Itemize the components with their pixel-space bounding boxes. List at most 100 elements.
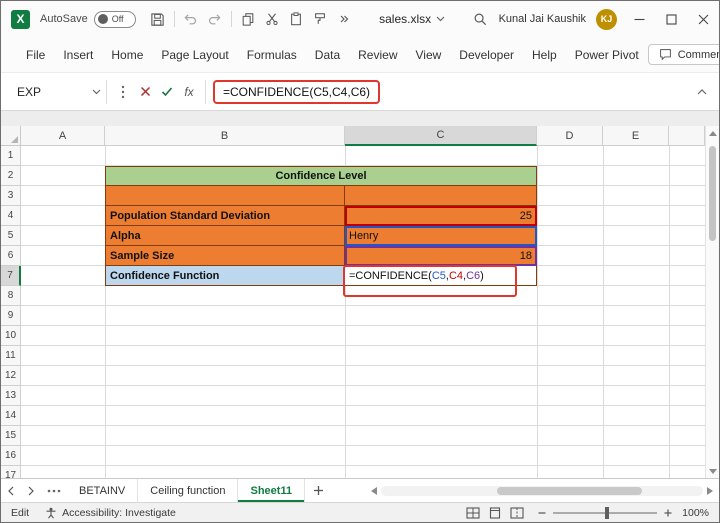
cancel-button[interactable] (134, 80, 156, 104)
copy-button[interactable] (236, 6, 260, 32)
ribbon-tab-view[interactable]: View (407, 42, 451, 68)
zoom-slider-thumb[interactable] (605, 506, 609, 519)
normal-view-icon[interactable] (466, 506, 480, 519)
redo-button[interactable] (203, 6, 227, 32)
scroll-up-button[interactable] (706, 126, 719, 140)
all-sheets-button[interactable] (41, 479, 67, 502)
row-header-10[interactable]: 10 (1, 326, 21, 346)
cell-B3[interactable] (105, 186, 345, 206)
comments-button[interactable]: Comments (647, 44, 719, 65)
row-header-14[interactable]: 14 (1, 406, 21, 426)
row-header-13[interactable]: 13 (1, 386, 21, 406)
ribbon-tab-insert[interactable]: Insert (54, 42, 102, 68)
ribbon-tab-developer[interactable]: Developer (450, 42, 523, 68)
ribbon-tab-data[interactable]: Data (306, 42, 349, 68)
cell-C5[interactable]: Henry (345, 226, 537, 246)
autosave-label: AutoSave (40, 13, 88, 25)
row-header-9[interactable]: 9 (1, 306, 21, 326)
paste-button[interactable] (284, 6, 308, 32)
new-sheet-button[interactable] (305, 479, 331, 502)
insert-function-button[interactable]: fx (178, 80, 200, 104)
cell-B7[interactable]: Confidence Function (105, 266, 345, 286)
ribbon-tab-file[interactable]: File (17, 42, 54, 68)
document-title[interactable]: sales.xlsx (379, 12, 445, 26)
scroll-down-button[interactable] (706, 464, 719, 478)
zoom-in-icon[interactable] (664, 509, 672, 517)
undo-button[interactable] (179, 6, 203, 32)
ribbon-tab-review[interactable]: Review (349, 42, 406, 68)
format-painter-button[interactable] (308, 6, 332, 32)
column-header-c[interactable]: C (345, 126, 537, 146)
row-header-8[interactable]: 8 (1, 286, 21, 306)
collapse-formula-bar-button[interactable] (689, 80, 715, 104)
cut-button[interactable] (260, 6, 284, 32)
select-all-button[interactable] (1, 126, 21, 146)
close-button[interactable] (687, 1, 719, 37)
row-header-7[interactable]: 7 (1, 266, 21, 286)
enter-button[interactable] (156, 80, 178, 104)
sheet-tab-ceiling-function[interactable]: Ceiling function (138, 479, 239, 502)
name-box-options-button[interactable] (112, 80, 134, 104)
ribbon-tab-formulas[interactable]: Formulas (238, 42, 306, 68)
name-box[interactable]: EXP (9, 79, 101, 105)
zoom-slider[interactable] (553, 506, 657, 519)
cell-C4[interactable]: 25 (345, 206, 537, 226)
ribbon-tab-home[interactable]: Home (102, 42, 152, 68)
cell-C3[interactable] (345, 186, 537, 206)
row-header-6[interactable]: 6 (1, 246, 21, 266)
row-header-12[interactable]: 12 (1, 366, 21, 386)
ribbon-tab-page-layout[interactable]: Page Layout (152, 42, 237, 68)
row-header-1[interactable]: 1 (1, 146, 21, 166)
sheet-nav-right-button[interactable] (21, 479, 41, 502)
divider (205, 79, 206, 104)
cell-B4[interactable]: Population Standard Deviation (105, 206, 345, 226)
row-header-15[interactable]: 15 (1, 426, 21, 446)
save-button[interactable] (146, 6, 170, 32)
formula-input[interactable]: =CONFIDENCE(C5,C4,C6) (211, 79, 689, 104)
search-button[interactable] (469, 6, 493, 32)
column-header-e[interactable]: E (603, 126, 669, 146)
excel-logo-icon[interactable]: X (11, 9, 30, 29)
column-header-b[interactable]: B (105, 126, 345, 146)
vertical-scroll-thumb[interactable] (709, 146, 716, 241)
triangle-left-icon[interactable] (371, 486, 378, 495)
page-layout-view-icon[interactable] (489, 506, 501, 519)
column-header-partial[interactable] (669, 126, 705, 146)
page-break-view-icon[interactable] (510, 506, 524, 519)
cell-C7-formula-editing[interactable]: =CONFIDENCE(C5, C4, C6) (345, 266, 537, 286)
triangle-right-icon[interactable] (707, 486, 713, 495)
horizontal-scrollbar[interactable] (371, 479, 713, 502)
row-header-17[interactable]: 17 (1, 466, 21, 478)
sheet-tab-sheet11[interactable]: Sheet11 (238, 479, 306, 502)
row-header-4[interactable]: 4 (1, 206, 21, 226)
cells-area[interactable]: Confidence Level Population Standard Dev… (21, 146, 705, 478)
horizontal-scroll-track[interactable] (381, 485, 703, 496)
sheet-tab-betainv[interactable]: BETAINV (67, 479, 139, 502)
column-header-d[interactable]: D (537, 126, 603, 146)
cell-B6[interactable]: Sample Size (105, 246, 345, 266)
cell-B2-merged-title[interactable]: Confidence Level (105, 166, 537, 186)
row-header-2[interactable]: 2 (1, 166, 21, 186)
minimize-button[interactable] (623, 1, 655, 37)
account-button[interactable]: Kunal Jai Kaushik KJ (499, 8, 618, 30)
row-header-3[interactable]: 3 (1, 186, 21, 206)
more-commands-button[interactable] (332, 6, 356, 32)
horizontal-scroll-thumb[interactable] (496, 486, 642, 495)
accessibility-status-button[interactable]: Accessibility: Investigate (45, 507, 176, 519)
zoom-out-icon[interactable] (538, 509, 546, 517)
cell-B5[interactable]: Alpha (105, 226, 345, 246)
cell-C6[interactable]: 18 (345, 246, 537, 266)
zoom-level[interactable]: 100% (679, 507, 709, 519)
row-header-11[interactable]: 11 (1, 346, 21, 366)
autosave-toggle[interactable]: AutoSave Off (40, 10, 136, 28)
maximize-button[interactable] (655, 1, 687, 37)
ribbon-tab-help[interactable]: Help (523, 42, 566, 68)
row-header-5[interactable]: 5 (1, 226, 21, 246)
vertical-scrollbar[interactable] (705, 126, 719, 478)
ribbon-tab-power-pivot[interactable]: Power Pivot (566, 42, 648, 68)
row-header-16[interactable]: 16 (1, 446, 21, 466)
sheet-nav-left-button[interactable] (1, 479, 21, 502)
autosave-switch[interactable]: Off (93, 10, 136, 28)
save-icon (151, 12, 164, 26)
column-header-a[interactable]: A (21, 126, 105, 146)
